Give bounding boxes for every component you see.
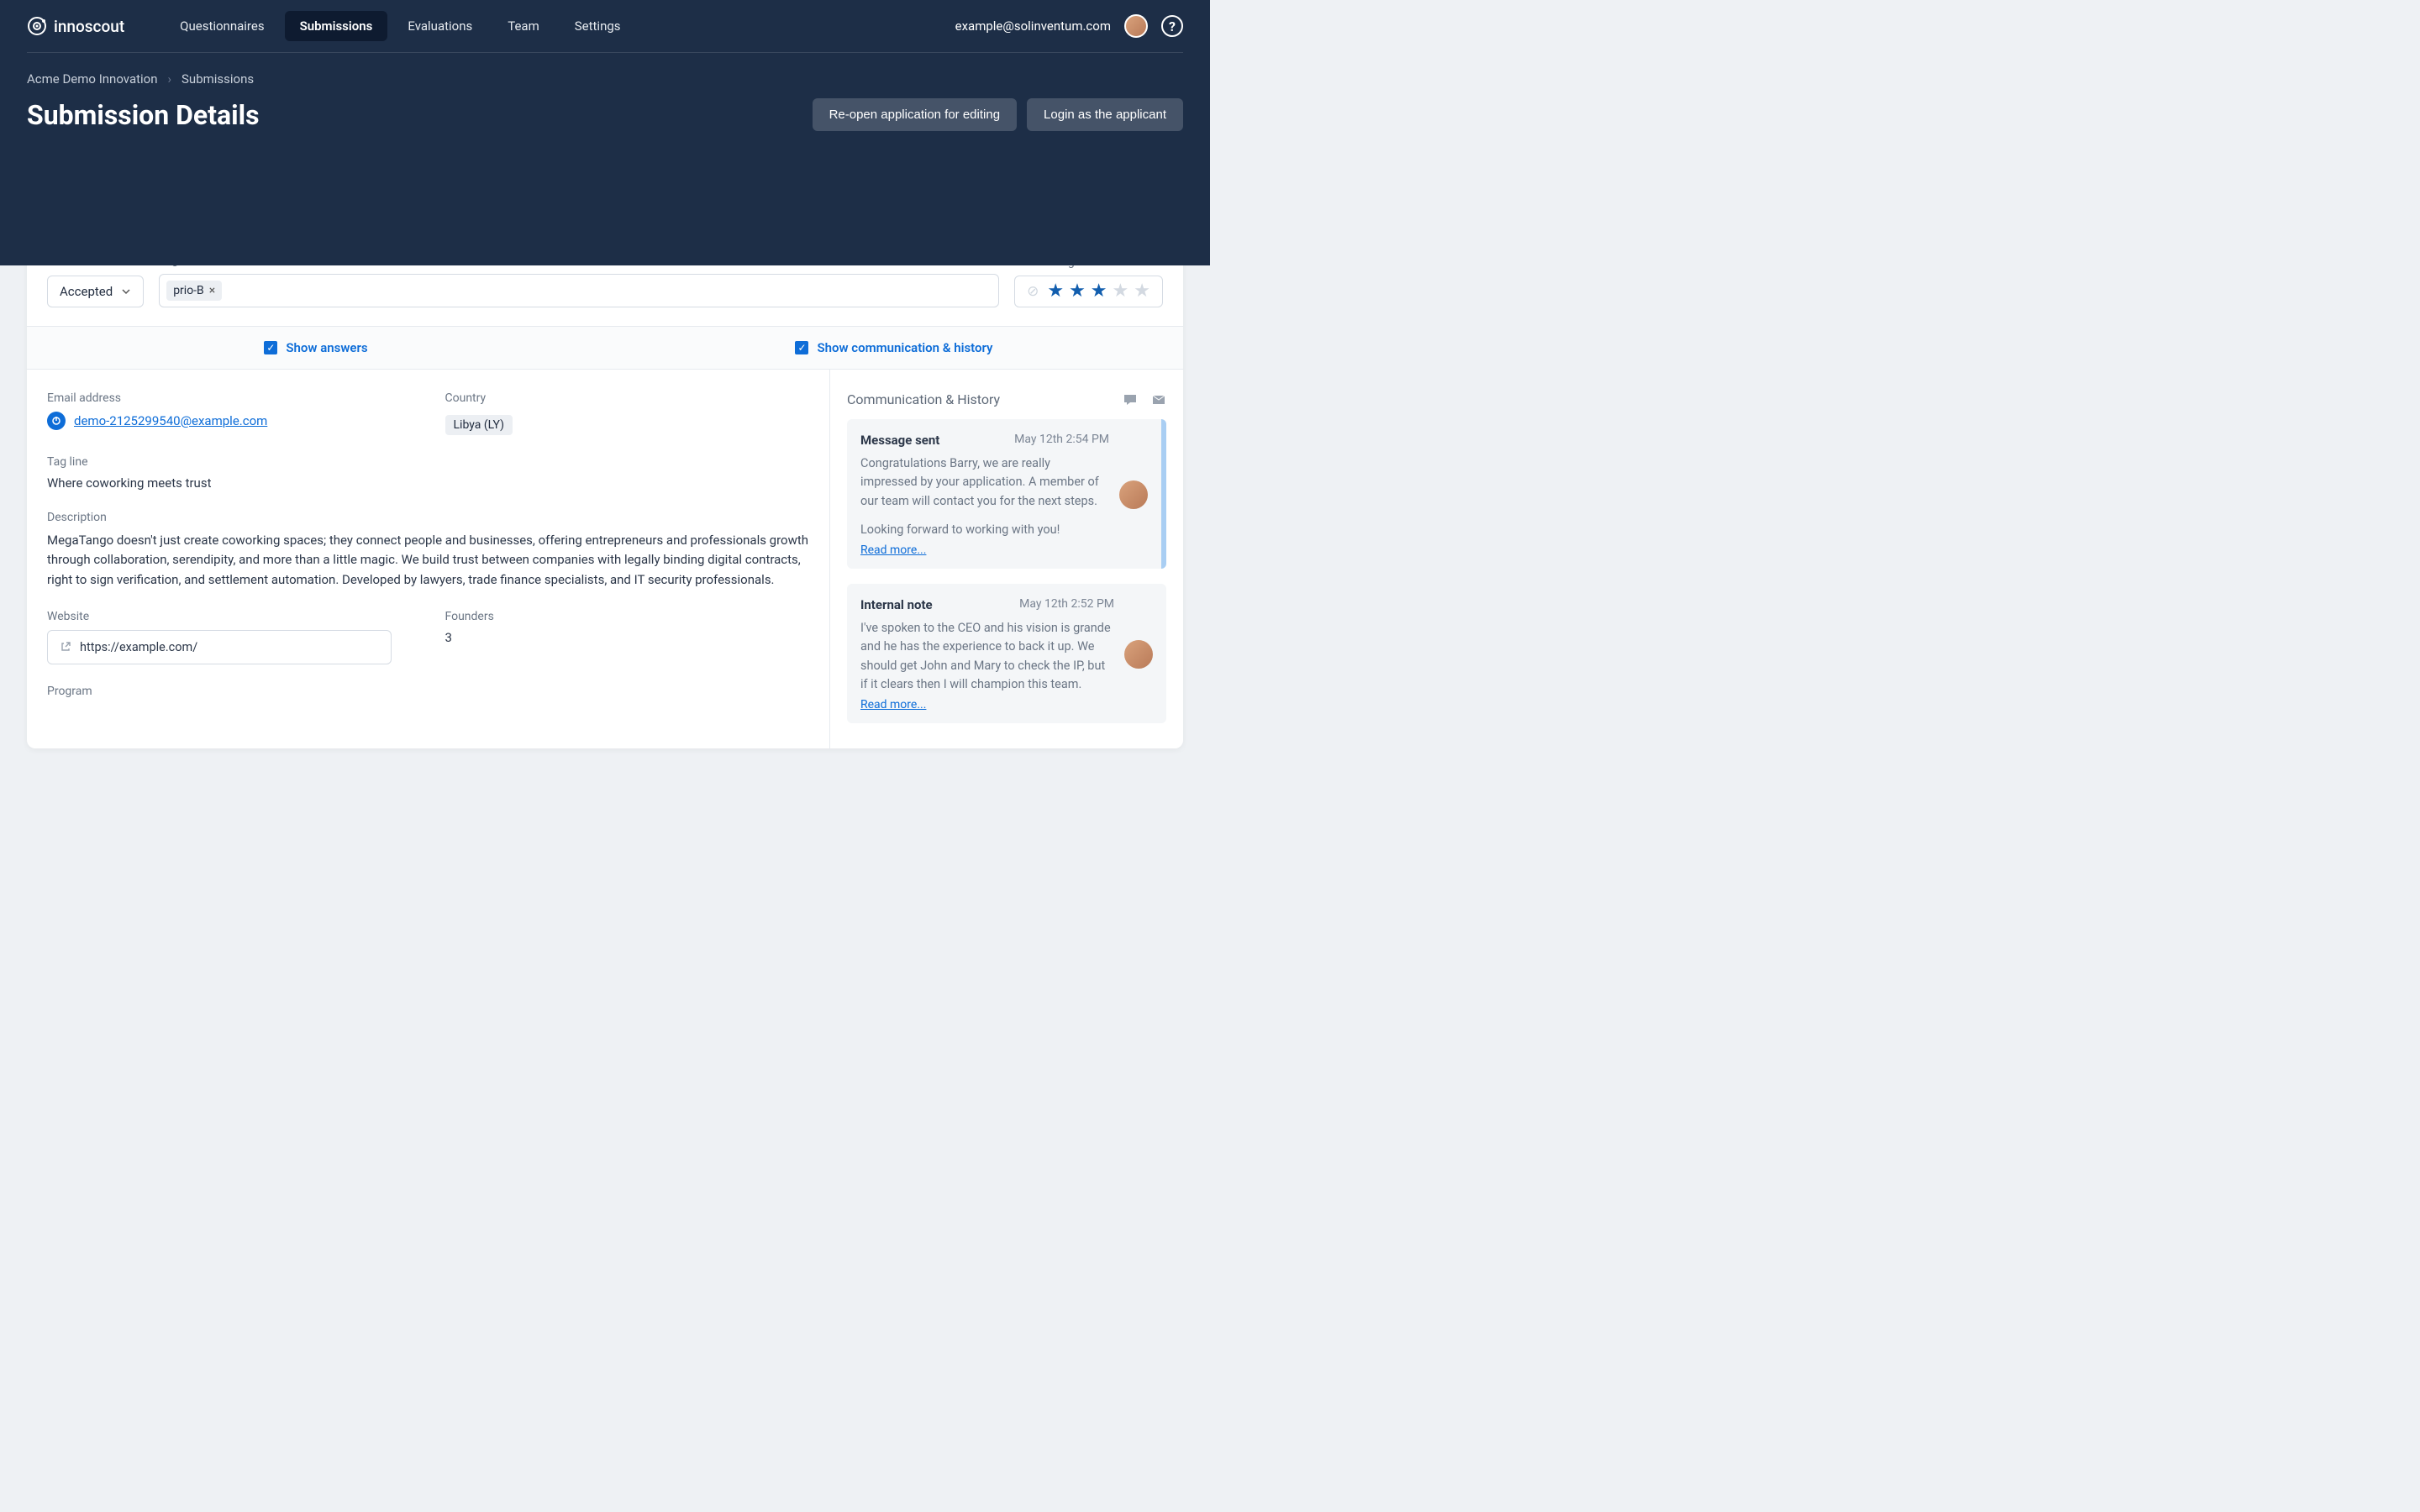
chevron-right-icon: › xyxy=(168,71,172,87)
comm-history-title: Communication & History xyxy=(847,391,1000,407)
mail-icon[interactable] xyxy=(1151,392,1166,407)
description-label: Description xyxy=(47,511,809,524)
breadcrumb: Acme Demo Innovation › Submissions xyxy=(27,71,1183,87)
nav-submissions[interactable]: Submissions xyxy=(285,11,388,41)
user-email[interactable]: example@solinventum.com xyxy=(955,18,1111,34)
description-value: MegaTango doesn't just create coworking … xyxy=(47,531,809,590)
email-label: Email address xyxy=(47,391,412,405)
founders-value: 3 xyxy=(445,630,810,645)
star-4[interactable]: ★ xyxy=(1113,282,1129,301)
rating-control[interactable]: ⊘ ★ ★ ★ ★ ★ xyxy=(1014,276,1163,307)
show-comm-checkbox[interactable]: ✓ xyxy=(795,341,808,354)
page-title: Submission Details xyxy=(27,99,260,131)
msg-time: May 12th 2:54 PM xyxy=(1014,433,1109,448)
brand-logo[interactable]: innoscout xyxy=(27,16,124,36)
breadcrumb-leaf[interactable]: Submissions xyxy=(182,71,254,87)
website-label: Website xyxy=(47,610,412,623)
tag-remove-icon[interactable]: × xyxy=(209,284,215,297)
chat-icon[interactable] xyxy=(1123,392,1138,407)
website-value: https://example.com/ xyxy=(80,640,197,654)
tagline-value: Where coworking meets trust xyxy=(47,475,809,491)
internal-note-card: Internal note May 12th 2:52 PM I've spok… xyxy=(847,584,1166,723)
main-nav: Questionnaires Submissions Evaluations T… xyxy=(165,11,635,41)
nav-questionnaires[interactable]: Questionnaires xyxy=(165,11,279,41)
login-as-button[interactable]: Login as the applicant xyxy=(1027,98,1183,131)
power-icon xyxy=(47,412,66,430)
msg-text2: Looking forward to working with you! xyxy=(860,521,1109,539)
msg-text: I've spoken to the CEO and his vision is… xyxy=(860,619,1114,695)
founders-label: Founders xyxy=(445,610,810,623)
logo-icon xyxy=(27,16,47,36)
nav-team[interactable]: Team xyxy=(492,11,555,41)
user-avatar[interactable] xyxy=(1124,14,1148,38)
star-2[interactable]: ★ xyxy=(1069,282,1086,301)
status-select[interactable]: Accepted xyxy=(47,276,144,307)
message-sent-card: Message sent May 12th 2:54 PM Congratula… xyxy=(847,419,1166,569)
star-5[interactable]: ★ xyxy=(1134,282,1150,301)
msg-avatar xyxy=(1119,480,1148,509)
msg-title: Internal note xyxy=(860,597,933,612)
star-1[interactable]: ★ xyxy=(1047,282,1064,301)
tagline-label: Tag line xyxy=(47,455,809,469)
status-value: Accepted xyxy=(60,284,113,299)
msg-time: May 12th 2:52 PM xyxy=(1019,597,1114,612)
clear-rating-icon[interactable]: ⊘ xyxy=(1027,283,1039,300)
website-field[interactable]: https://example.com/ xyxy=(47,630,392,664)
msg-title: Message sent xyxy=(860,433,939,448)
program-label: Program xyxy=(47,685,809,698)
show-answers-checkbox[interactable]: ✓ xyxy=(264,341,277,354)
tag-chip: prio-B × xyxy=(166,281,222,301)
nav-evaluations[interactable]: Evaluations xyxy=(392,11,487,41)
read-more-link[interactable]: Read more... xyxy=(860,698,926,711)
star-3[interactable]: ★ xyxy=(1091,282,1107,301)
show-answers-label[interactable]: Show answers xyxy=(286,340,367,355)
country-chip: Libya (LY) xyxy=(445,415,513,435)
tags-input[interactable]: prio-B × xyxy=(159,274,999,307)
chevron-down-icon xyxy=(121,286,131,297)
brand-name: innoscout xyxy=(54,17,124,36)
show-comm-label[interactable]: Show communication & history xyxy=(817,340,992,355)
msg-avatar xyxy=(1124,640,1153,669)
read-more-link[interactable]: Read more... xyxy=(860,543,926,557)
reopen-button[interactable]: Re-open application for editing xyxy=(813,98,1017,131)
breadcrumb-root[interactable]: Acme Demo Innovation xyxy=(27,71,158,87)
nav-settings[interactable]: Settings xyxy=(560,11,636,41)
help-icon[interactable]: ? xyxy=(1161,15,1183,37)
external-link-icon xyxy=(60,641,71,653)
country-label: Country xyxy=(445,391,810,405)
msg-text: Congratulations Barry, we are really imp… xyxy=(860,454,1109,511)
tag-text: prio-B xyxy=(173,284,204,297)
email-link[interactable]: demo-2125299540@example.com xyxy=(74,413,267,428)
